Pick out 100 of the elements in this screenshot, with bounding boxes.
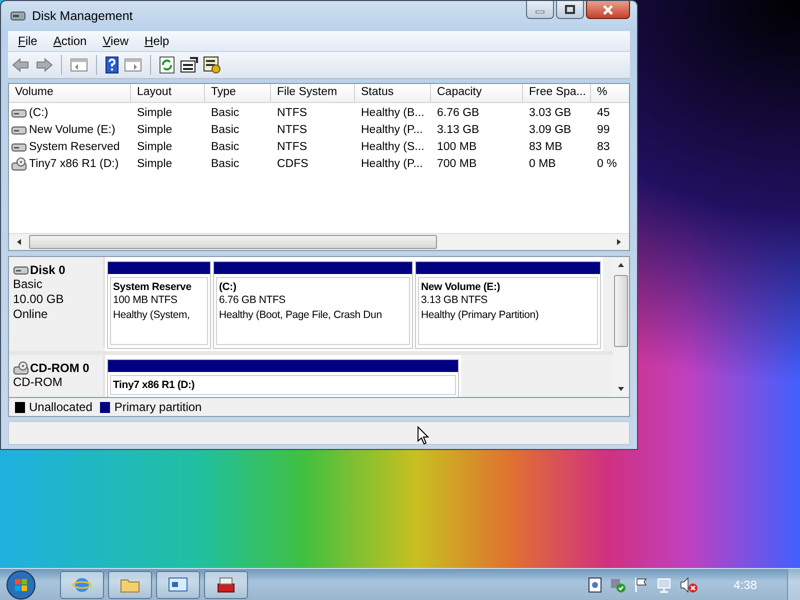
disk-detail: Online	[13, 307, 49, 322]
scroll-down-icon[interactable]	[617, 385, 625, 394]
table-cell-text: 100 MB	[436, 140, 478, 153]
table-cell-text: Basic	[210, 158, 240, 170]
disk-detail: 10.00 GB	[13, 292, 65, 308]
table-cell-text: Basic	[210, 140, 240, 153]
partition-name: System Reserve	[113, 281, 192, 294]
panel-icon[interactable]	[124, 57, 142, 74]
window-icon	[168, 576, 188, 594]
scroll-left-icon[interactable]	[15, 238, 23, 246]
table-cell: Tiny7 x86 R1 (D:)	[29, 158, 119, 170]
table-cell-text: Basic	[210, 106, 240, 119]
table-cell-text: NTFS	[276, 106, 308, 119]
partition-name: (C:)	[219, 281, 238, 294]
scrollbar-thumb[interactable]	[614, 275, 628, 348]
legend-label: Primary partition	[114, 400, 202, 414]
table-cell: System Reserved	[29, 140, 120, 153]
table-cell-text: 83	[596, 140, 611, 153]
hard-drive-icon	[13, 265, 29, 276]
column-header[interactable]: Type	[205, 84, 271, 102]
help-icon[interactable]	[105, 56, 119, 74]
properties-icon[interactable]	[180, 57, 198, 74]
start-orb-icon[interactable]	[6, 570, 36, 600]
refresh-icon[interactable]	[159, 56, 175, 74]
disk-name: Disk 0	[30, 263, 66, 278]
hard-drive-icon	[11, 124, 27, 135]
partition-block[interactable]: System Reserve 100 MB NTFS Healthy (System,	[107, 261, 211, 350]
partition-block[interactable]: (C:) 6.76 GB NTFS Healthy (Boot, Page File, Crash Dun	[213, 261, 413, 350]
table-cell-text: Simple	[136, 106, 174, 119]
table-cell-text: 3.09 GB	[528, 124, 572, 136]
table-cell-text: 83 MB	[528, 140, 564, 153]
flag-icon[interactable]	[634, 576, 648, 592]
maximize-button[interactable]	[556, 1, 584, 19]
legend-label: Unallocated	[29, 400, 92, 414]
menu-item[interactable]: File	[12, 34, 44, 48]
document-icon[interactable]	[588, 576, 602, 592]
partition-detail: 100 MB NTFS	[113, 293, 178, 308]
column-header[interactable]: Layout	[131, 84, 205, 102]
table-cell-text: Healthy (P...	[360, 124, 424, 136]
partition-detail: Healthy (System,	[113, 308, 191, 324]
table-cell-text: CDFS	[276, 158, 310, 170]
menu-item[interactable]: Help	[138, 34, 176, 48]
table-cell-text: 45	[596, 106, 611, 119]
column-header[interactable]: File System	[271, 84, 355, 102]
disk-detail: CD-ROM	[13, 375, 64, 390]
scroll-up-icon[interactable]	[617, 261, 625, 270]
back-arrow-icon[interactable]	[12, 57, 30, 74]
maximize-icon	[565, 5, 575, 14]
close-icon	[602, 4, 614, 14]
disk-drive-icon	[10, 8, 26, 23]
table-cell-text: Simple	[136, 158, 174, 170]
table-cell-text: Healthy (S...	[360, 140, 426, 153]
menu-item[interactable]: Action	[47, 34, 93, 48]
taskbar-button[interactable]	[204, 570, 248, 598]
table-cell-text: 3.03 GB	[528, 106, 572, 119]
hard-drive-icon	[11, 142, 27, 152]
close-button[interactable]	[586, 1, 630, 19]
disk-detail: Basic	[13, 277, 44, 292]
mouse-cursor-icon	[417, 426, 429, 445]
column-header[interactable]: Capacity	[431, 84, 523, 102]
forward-arrow-icon[interactable]	[35, 57, 53, 74]
partition-detail: Healthy (Primary Partition)	[421, 308, 540, 324]
table-cell-text: NTFS	[276, 140, 308, 153]
partition-name: Tiny7 x86 R1 (D:)	[113, 379, 196, 392]
panel-icon[interactable]	[70, 57, 88, 74]
table-cell-text: 0 %	[596, 158, 618, 170]
partition-block[interactable]: New Volume (E:) 3.13 GB NTFS Healthy (Primary Partition)	[415, 261, 601, 350]
menu-item[interactable]: View	[96, 34, 135, 48]
table-cell: New Volume (E:)	[29, 124, 116, 136]
table-cell-text: Healthy (P...	[360, 158, 424, 170]
hard-drive-icon	[11, 108, 27, 118]
table-cell-text: Healthy (B...	[360, 106, 426, 119]
partition-detail: Healthy (Boot, Page File, Crash Dun	[219, 308, 383, 324]
partition-block[interactable]: Tiny7 x86 R1 (D:)	[107, 359, 459, 398]
minimize-button[interactable]	[526, 1, 554, 19]
column-header[interactable]: Free Spa...	[523, 84, 591, 102]
table-cell-text: 6.76 GB	[436, 106, 480, 119]
column-header[interactable]: %	[591, 84, 627, 102]
partition-detail: 6.76 GB NTFS	[219, 293, 286, 308]
table-cell-text: Simple	[136, 124, 174, 136]
cd-drive-icon	[13, 361, 29, 376]
partition-name: New Volume (E:)	[421, 281, 502, 294]
table-cell: (C:)	[29, 106, 48, 119]
table-cell-text: 0 MB	[528, 158, 557, 170]
column-header[interactable]: Status	[355, 84, 431, 102]
table-cell-text: Simple	[136, 140, 174, 153]
column-header[interactable]: Volume	[9, 84, 131, 102]
horizontal-scrollbar[interactable]	[9, 233, 629, 250]
table-cell-text: Basic	[210, 124, 240, 136]
muted-speaker-icon[interactable]	[680, 576, 698, 592]
scroll-right-icon[interactable]	[615, 238, 623, 246]
window-title: Disk Management	[32, 8, 133, 23]
scrollbar-thumb[interactable]	[29, 235, 437, 250]
disk-name: CD-ROM 0	[30, 361, 90, 376]
partition-detail: 3.13 GB NTFS	[421, 293, 488, 308]
table-cell-text: 700 MB	[436, 158, 478, 170]
taskbar-button[interactable]	[156, 570, 200, 598]
table-cell-text: 99	[596, 124, 611, 136]
cd-drive-icon	[11, 156, 27, 171]
table-cell-text: 3.13 GB	[436, 124, 480, 136]
